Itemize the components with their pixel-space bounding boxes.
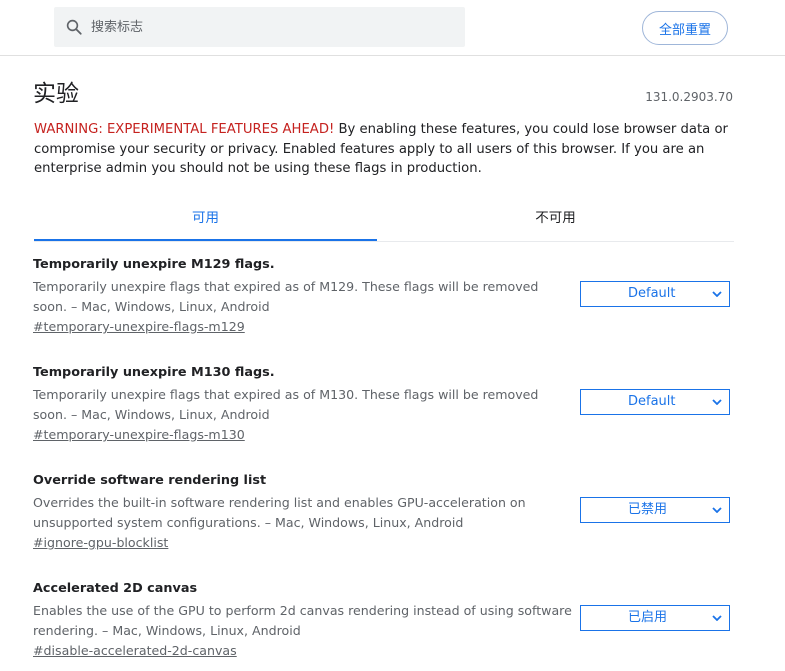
tab-available[interactable]: 可用: [34, 198, 377, 241]
tab-bar: 可用 不可用: [34, 198, 734, 242]
flag-title: Accelerated 2D canvas: [33, 581, 198, 596]
flag-item: Temporarily unexpire M129 flags. Tempora…: [33, 256, 733, 335]
chevron-down-icon: [712, 291, 722, 297]
flag-link[interactable]: #temporary-unexpire-flags-m130: [33, 427, 245, 442]
top-bar: 全部重置: [0, 0, 785, 56]
search-input[interactable]: [91, 7, 451, 47]
chevron-down-icon: [712, 399, 722, 405]
flag-description: Temporarily unexpire flags that expired …: [33, 279, 539, 314]
flag-state-value: 已启用: [628, 610, 668, 625]
flag-state-select[interactable]: 已禁用: [580, 497, 730, 523]
flag-state-value: 已禁用: [628, 502, 668, 517]
flag-item: Temporarily unexpire M130 flags. Tempora…: [33, 364, 733, 443]
warning-heading: WARNING: EXPERIMENTAL FEATURES AHEAD!: [34, 122, 335, 137]
flag-title: Temporarily unexpire M130 flags.: [33, 365, 275, 380]
reset-all-button[interactable]: 全部重置: [642, 11, 728, 45]
flag-state-value: Default: [628, 286, 676, 301]
flag-description: Enables the use of the GPU to perform 2d…: [33, 603, 572, 638]
chevron-down-icon: [712, 507, 722, 513]
page-title: 实验: [33, 81, 79, 107]
flag-link[interactable]: #disable-accelerated-2d-canvas: [33, 643, 237, 658]
flag-state-value: Default: [628, 394, 676, 409]
search-icon: [66, 19, 82, 35]
flag-item: Accelerated 2D canvas Enables the use of…: [33, 580, 733, 659]
flag-title: Override software rendering list: [33, 473, 267, 488]
flag-description: Overrides the built-in software renderin…: [33, 495, 526, 530]
flag-state-select[interactable]: 已启用: [580, 605, 730, 631]
tab-unavailable[interactable]: 不可用: [377, 198, 734, 241]
flag-title: Temporarily unexpire M129 flags.: [33, 257, 275, 272]
flag-link[interactable]: #ignore-gpu-blocklist: [33, 535, 168, 550]
flag-link[interactable]: #temporary-unexpire-flags-m129: [33, 319, 245, 334]
version-label: 131.0.2903.70: [645, 90, 733, 104]
flag-state-select[interactable]: Default: [580, 389, 730, 415]
flag-state-select[interactable]: Default: [580, 281, 730, 307]
warning-text: WARNING: EXPERIMENTAL FEATURES AHEAD! By…: [34, 120, 734, 179]
search-box[interactable]: [54, 7, 465, 47]
flag-item: Override software rendering list Overrid…: [33, 472, 733, 551]
flag-description: Temporarily unexpire flags that expired …: [33, 387, 539, 422]
chevron-down-icon: [712, 615, 722, 621]
